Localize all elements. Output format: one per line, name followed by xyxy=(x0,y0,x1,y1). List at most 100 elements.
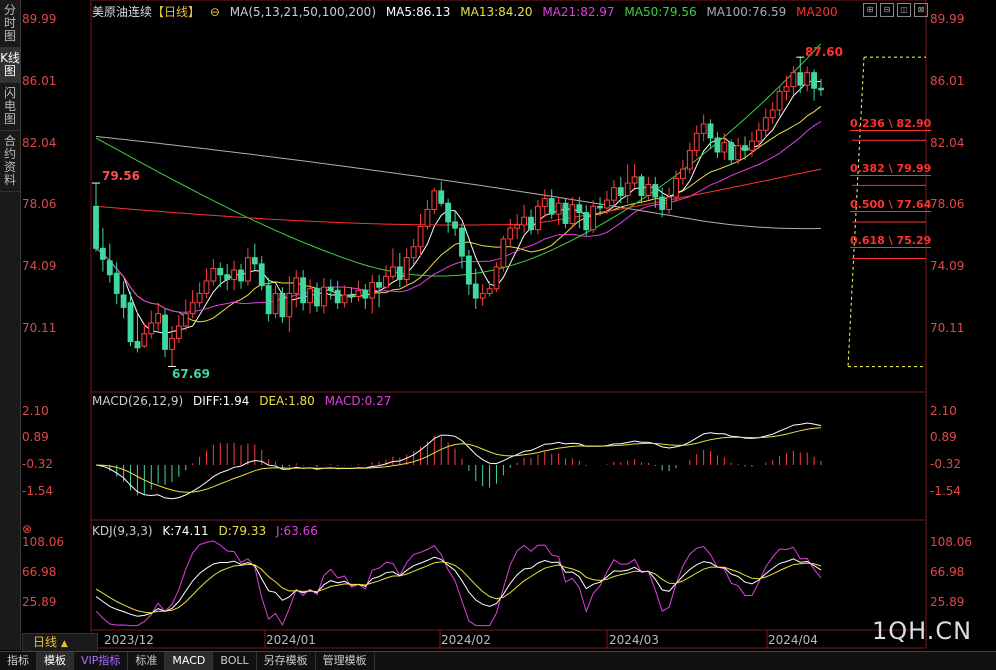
candle-down xyxy=(224,274,231,280)
fib-level-0618: 0.618 \ 75.29 xyxy=(850,234,932,248)
candle-down xyxy=(265,285,272,315)
restore-icon[interactable]: ◫ xyxy=(897,3,911,17)
candle-down xyxy=(583,212,590,231)
candle-up xyxy=(175,325,182,339)
candle-down xyxy=(548,198,555,215)
ma5-value: MA5:86.13 xyxy=(385,5,451,19)
candle-up xyxy=(210,268,217,282)
ma50-value: MA50:79.56 xyxy=(624,5,697,19)
period-selector[interactable]: 日线 ▲ xyxy=(22,633,98,652)
candle-up xyxy=(148,322,155,335)
candle-down xyxy=(396,266,403,280)
zoom-out-icon[interactable]: ⊞ xyxy=(863,3,877,17)
ma13-value: MA13:84.20 xyxy=(460,5,533,19)
kdj-left-tick-0: 108.06 xyxy=(22,535,64,549)
candle-down xyxy=(251,257,258,265)
candle-up xyxy=(383,275,389,288)
kdj-right-tick-0: 108.06 xyxy=(930,535,972,549)
macd-value: MACD:0.27 xyxy=(324,394,392,408)
candle-up xyxy=(155,313,162,324)
macd-left-tick-2: -0.32 xyxy=(22,457,54,471)
candle-down xyxy=(113,272,120,294)
tab-manage-templates[interactable]: 管理模板 xyxy=(316,652,375,670)
candle-up xyxy=(783,86,790,92)
tab-boll[interactable]: BOLL xyxy=(213,652,257,670)
tab-save-template[interactable]: 另存模板 xyxy=(257,652,316,670)
chart-frame xyxy=(90,0,927,649)
candle-up xyxy=(610,187,617,201)
candle-down xyxy=(617,187,624,196)
tab-vip-indicators[interactable]: VIP指标 xyxy=(74,652,129,670)
candle-up xyxy=(679,168,686,179)
tab-indicators[interactable]: 指标 xyxy=(0,652,37,670)
candle-down xyxy=(376,282,383,288)
dropdown-arrow-icon: ▲ xyxy=(60,639,68,649)
price-left-tick-2: 82.04 xyxy=(22,135,57,150)
candle-up xyxy=(341,294,348,304)
candle-up xyxy=(196,292,203,304)
candle-up xyxy=(182,313,189,327)
macd-left-tick-1: 0.89 xyxy=(22,430,49,444)
candle-up xyxy=(776,90,783,111)
tab-templates[interactable]: 模板 xyxy=(37,652,74,670)
price-right-tick-1: 86.01 xyxy=(930,73,965,88)
candle-down xyxy=(797,72,804,86)
candle-down xyxy=(576,204,583,214)
fib-level-0500: 0.500 \ 77.64 xyxy=(850,198,932,212)
ma100-value: MA100:76.59 xyxy=(706,5,787,19)
candle-up xyxy=(169,337,175,350)
candle-up xyxy=(424,208,431,228)
chart-canvas xyxy=(90,0,927,649)
macd-right-tick-3: -1.54 xyxy=(930,484,962,498)
candle-up xyxy=(541,198,548,207)
candle-up xyxy=(307,288,313,304)
settings-icon[interactable]: ⊖ xyxy=(210,5,220,19)
kdj-legend: KDJ(9,3,3) K:74.11 D:79.33 J:63.66 xyxy=(92,524,324,538)
kdj-k: K:74.11 xyxy=(162,524,209,538)
kdj-right-tick-2: 25.89 xyxy=(930,595,965,609)
candle-up xyxy=(735,145,742,161)
ma200-value: MA200 xyxy=(796,5,838,19)
candle-up xyxy=(389,266,396,277)
macd-diff: DIFF:1.94 xyxy=(192,394,250,408)
candle-down xyxy=(327,286,334,291)
price-left-tick-5: 70.11 xyxy=(22,321,57,335)
macd-params: MACD(26,12,9) xyxy=(92,394,184,408)
kdj-right-tick-1: 66.98 xyxy=(930,565,965,579)
price-right-tick-2: 82.04 xyxy=(930,135,965,150)
candle-down xyxy=(811,72,818,89)
x-label-feb: 2024/02 xyxy=(441,633,491,647)
candle-down xyxy=(279,292,286,318)
minimize-icon[interactable]: ⊟ xyxy=(880,3,894,17)
x-label-jan: 2024/01 xyxy=(266,633,316,647)
candle-up xyxy=(231,269,238,280)
candle-up xyxy=(769,109,776,119)
x-label-mar: 2024/03 xyxy=(609,633,659,647)
candle-down xyxy=(465,255,472,285)
plot-border xyxy=(90,0,927,649)
candle-up xyxy=(521,216,528,226)
close-icon[interactable]: ⊠ xyxy=(914,3,928,17)
candle-down xyxy=(362,289,369,299)
candle-down xyxy=(134,341,141,349)
candle-up xyxy=(604,199,610,209)
candle-down xyxy=(334,289,341,304)
tab-standard[interactable]: 标准 xyxy=(128,652,166,670)
candle-up xyxy=(534,205,541,231)
price-right-tick-0: 89.99 xyxy=(930,12,965,26)
price-right-tick-5: 70.11 xyxy=(930,321,965,335)
candle-down xyxy=(217,268,224,276)
candle-up xyxy=(514,224,521,229)
candle-up xyxy=(355,289,362,298)
kdj-left-tick-2: 25.89 xyxy=(22,595,57,609)
kdj-close-icon[interactable]: ⊗ xyxy=(22,522,32,536)
tab-macd[interactable]: MACD xyxy=(165,652,214,670)
candle-up xyxy=(762,117,769,131)
candle-up xyxy=(286,292,293,318)
candle-up xyxy=(493,266,500,290)
high-label: 87.60 xyxy=(805,45,843,59)
kdj-panel xyxy=(95,540,822,627)
macd-legend: MACD(26,12,9) DIFF:1.94 DEA:1.80 MACD:0.… xyxy=(92,394,397,408)
ma5-line xyxy=(95,80,822,335)
candle-up xyxy=(686,149,693,170)
